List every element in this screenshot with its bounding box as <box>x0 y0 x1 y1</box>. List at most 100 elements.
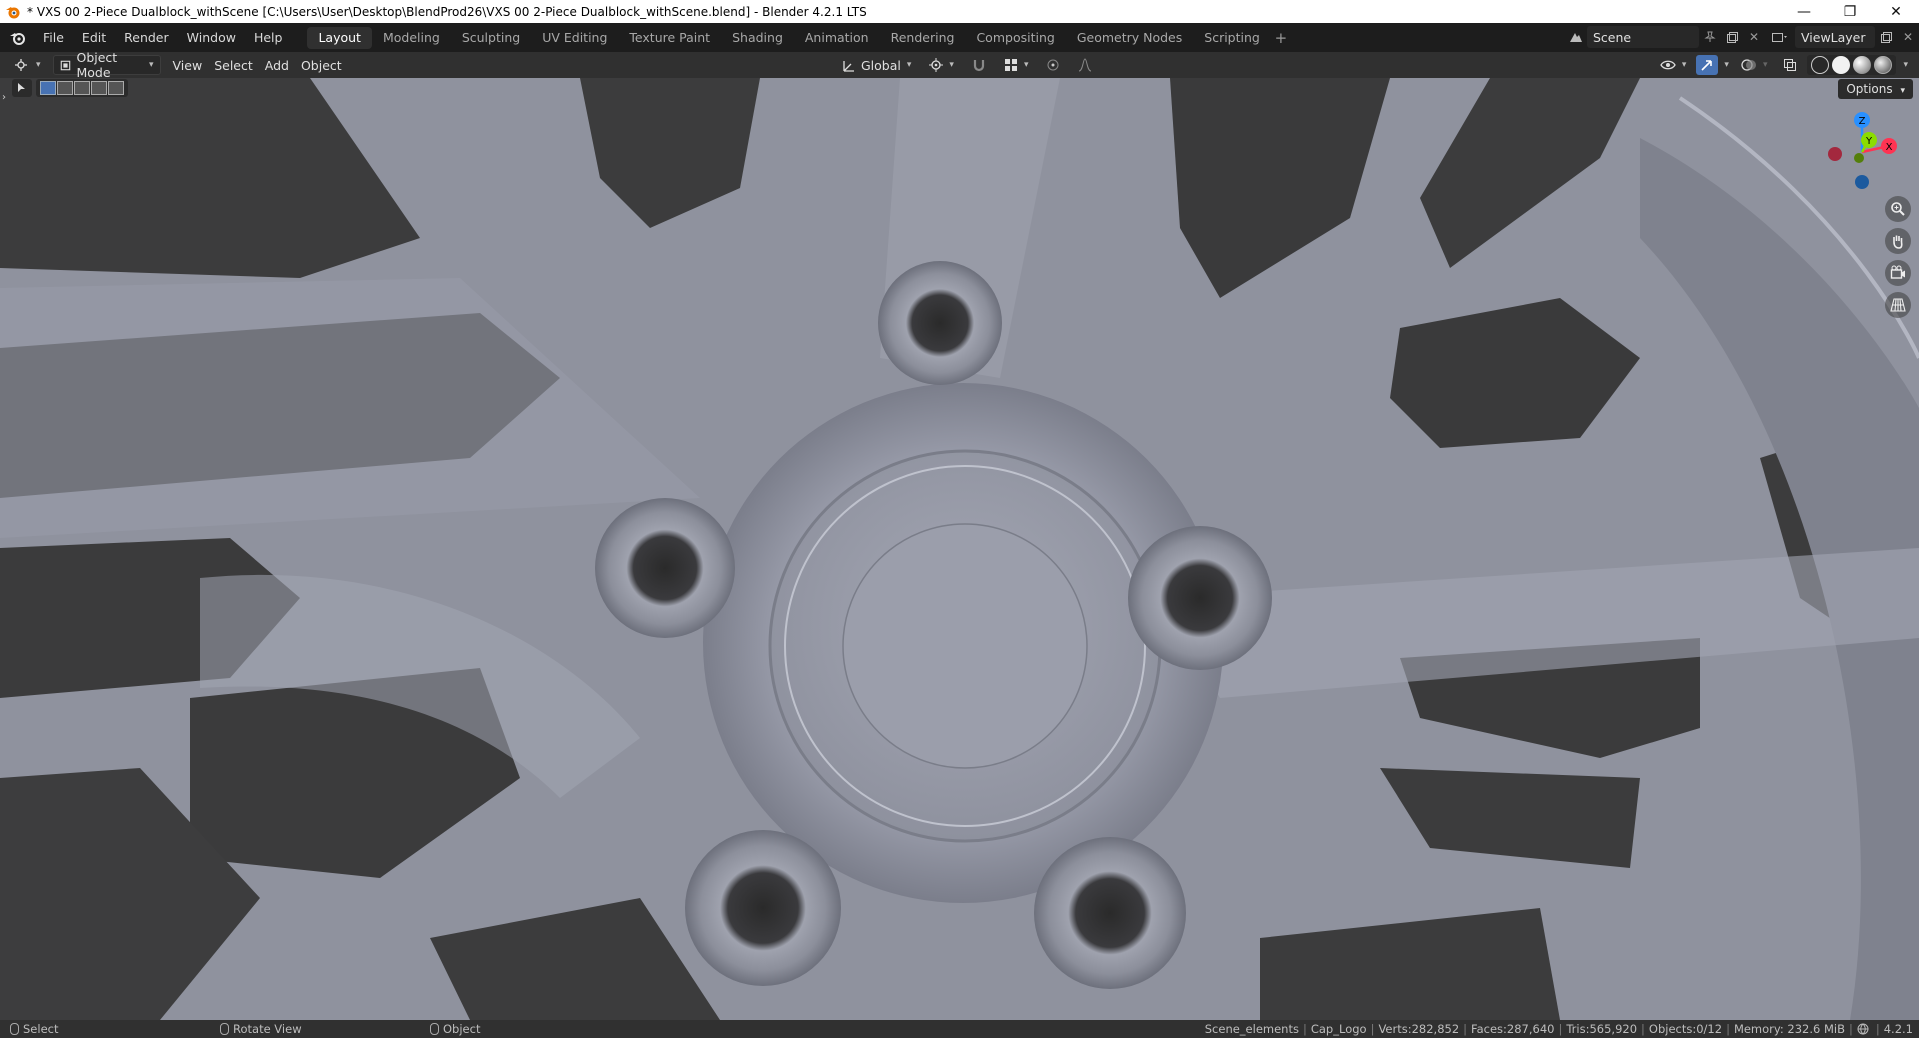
proportional-edit-toggle[interactable] <box>1040 55 1066 75</box>
select-tool-icon[interactable] <box>12 79 32 97</box>
stat-active-object: Cap_Logo <box>1310 1022 1367 1036</box>
menu-render[interactable]: Render <box>115 27 178 49</box>
xray-icon <box>1784 59 1797 71</box>
menu-object[interactable]: Object <box>295 55 348 75</box>
lug-hole <box>1034 837 1186 989</box>
overlays-toggle[interactable]: ▾ <box>1735 55 1774 75</box>
zoom-icon[interactable] <box>1885 196 1911 222</box>
snap-toggle[interactable] <box>966 55 992 75</box>
shading-dropdown[interactable]: ▾ <box>1900 55 1911 75</box>
wireframe-shading-icon[interactable] <box>1811 56 1830 74</box>
chevron-down-icon: ▾ <box>906 60 912 70</box>
menu-select[interactable]: Select <box>208 55 259 75</box>
editor-type-button[interactable]: ▾ <box>8 55 47 75</box>
new-view-layer-icon[interactable] <box>1875 26 1897 48</box>
menu-window[interactable]: Window <box>178 27 245 49</box>
chevron-down-icon: ▾ <box>1900 86 1905 96</box>
status-hint-select-label: Select <box>23 1022 59 1036</box>
menu-edit[interactable]: Edit <box>73 27 115 49</box>
chevron-down-icon: ▾ <box>1023 60 1029 70</box>
maximize-button[interactable]: ❐ <box>1827 0 1873 23</box>
scene-name-field[interactable]: Scene <box>1587 26 1699 48</box>
stat-tris: Tris:565,920 <box>1566 1022 1638 1036</box>
blender-logo-icon[interactable] <box>0 23 34 52</box>
xray-toggle[interactable] <box>1777 55 1803 75</box>
gizmo-negative-y[interactable] <box>1854 153 1864 163</box>
tab-sculpting[interactable]: Sculpting <box>451 27 531 49</box>
material-preview-icon[interactable] <box>1853 56 1872 74</box>
shading-mode-group <box>1807 55 1897 75</box>
view-layer-name: ViewLayer <box>1801 29 1866 45</box>
gizmo-negative-z[interactable] <box>1855 175 1869 189</box>
snap-target-dropdown[interactable]: ▾ <box>998 55 1035 75</box>
sidebar-expand-arrow-icon[interactable]: › <box>2 92 6 103</box>
perspective-grid-icon[interactable] <box>1885 292 1911 318</box>
solid-shading-icon[interactable] <box>1832 56 1851 74</box>
viewport-nav-buttons <box>1885 196 1911 318</box>
select-subtract-icon[interactable] <box>74 81 90 95</box>
transform-orientation-dropdown[interactable]: Global ▾ <box>836 55 917 75</box>
select-invert-icon[interactable] <box>91 81 107 95</box>
scene-icon[interactable] <box>1565 26 1587 48</box>
tab-compositing[interactable]: Compositing <box>965 27 1065 49</box>
select-new-icon[interactable] <box>40 81 56 95</box>
tab-animation[interactable]: Animation <box>794 27 880 49</box>
tab-uv-editing[interactable]: UV Editing <box>531 27 618 49</box>
proportional-edit-icon <box>1047 59 1059 71</box>
stat-version: 4.2.1 <box>1883 1022 1913 1036</box>
rendered-shading-icon[interactable] <box>1874 56 1893 74</box>
object-mode-dropdown[interactable]: Object Mode ▾ <box>52 50 161 80</box>
tab-modeling[interactable]: Modeling <box>372 27 451 49</box>
workspace-tabs: Layout Modeling Sculpting UV Editing Tex… <box>307 26 1290 50</box>
scene-name: Scene <box>1593 29 1632 45</box>
visibility-dropdown[interactable]: ▾ <box>1654 55 1693 75</box>
menu-file[interactable]: File <box>34 27 73 49</box>
chevron-down-icon: ▾ <box>1681 60 1687 70</box>
menu-add[interactable]: Add <box>259 55 295 75</box>
stat-memory: Memory: 232.6 MiB <box>1733 1022 1845 1036</box>
tab-geometry-nodes[interactable]: Geometry Nodes <box>1066 27 1193 49</box>
menu-help[interactable]: Help <box>245 27 292 49</box>
blender-app-icon <box>6 6 20 18</box>
gizmo-dropdown[interactable]: ▾ <box>1722 55 1731 75</box>
gizmo-z-label: Z <box>1859 116 1866 127</box>
status-bar: Select Rotate View Object Scene_elements… <box>0 1020 1919 1038</box>
pivot-point-dropdown[interactable]: ▾ <box>923 55 960 75</box>
status-hint-select: Select <box>10 1022 220 1036</box>
gizmo-negative-x[interactable] <box>1828 147 1842 161</box>
stat-verts: Verts:282,852 <box>1378 1022 1460 1036</box>
pan-hand-icon[interactable] <box>1885 228 1911 254</box>
new-scene-icon[interactable] <box>1721 26 1743 48</box>
window-titlebar: * VXS 00 2-Piece Dualblock_withScene [C:… <box>0 0 1919 23</box>
network-icon <box>1857 1023 1869 1035</box>
delete-scene-icon[interactable]: ✕ <box>1743 26 1765 48</box>
tab-layout[interactable]: Layout <box>307 26 372 49</box>
3d-viewport[interactable]: Options ▾ Z X Y › <box>0 78 1919 1020</box>
falloff-dropdown[interactable] <box>1072 55 1098 75</box>
lug-hole <box>1128 526 1272 670</box>
gizmo-toggle[interactable] <box>1696 55 1719 75</box>
view-layer-icon[interactable] <box>1765 26 1795 48</box>
chevron-down-icon: ▾ <box>949 60 954 70</box>
options-dropdown[interactable]: Options ▾ <box>1838 79 1913 99</box>
camera-view-icon[interactable] <box>1885 260 1911 286</box>
tab-scripting[interactable]: Scripting <box>1193 27 1271 49</box>
view-layer-field[interactable]: ViewLayer <box>1795 26 1875 48</box>
chevron-down-icon: ▾ <box>149 60 154 70</box>
tab-rendering[interactable]: Rendering <box>880 27 966 49</box>
tab-shading[interactable]: Shading <box>721 27 794 49</box>
navigation-gizmo[interactable]: Z X Y <box>1817 110 1907 190</box>
minimize-button[interactable]: — <box>1781 0 1827 23</box>
select-intersect-icon[interactable] <box>108 81 124 95</box>
delete-view-layer-icon[interactable]: ✕ <box>1897 26 1919 48</box>
tab-texture-paint[interactable]: Texture Paint <box>618 27 721 49</box>
transform-orientation-label: Global <box>861 57 901 73</box>
status-hint-rotate: Rotate View <box>220 1022 430 1036</box>
close-window-button[interactable]: ✕ <box>1873 0 1919 23</box>
select-extend-icon[interactable] <box>57 81 73 95</box>
menu-view[interactable]: View <box>167 55 209 75</box>
add-workspace-button[interactable]: + <box>1271 29 1291 47</box>
tool-header <box>12 79 128 97</box>
pin-icon[interactable] <box>1699 26 1721 48</box>
overlays-icon <box>1741 59 1756 71</box>
